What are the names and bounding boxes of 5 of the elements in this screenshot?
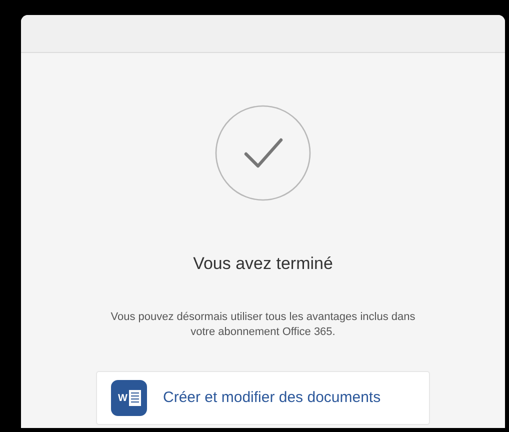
title: Vous avez terminé bbox=[193, 253, 333, 275]
message: Vous pouvez désormais utiliser tous les avantages inclus dans votre abonnement Office 365. bbox=[110, 310, 416, 340]
checkmark-icon bbox=[215, 105, 311, 201]
document-app-icon: W bbox=[111, 380, 147, 416]
create-documents-button[interactable]: W Créer et modifier des documents bbox=[96, 371, 430, 426]
